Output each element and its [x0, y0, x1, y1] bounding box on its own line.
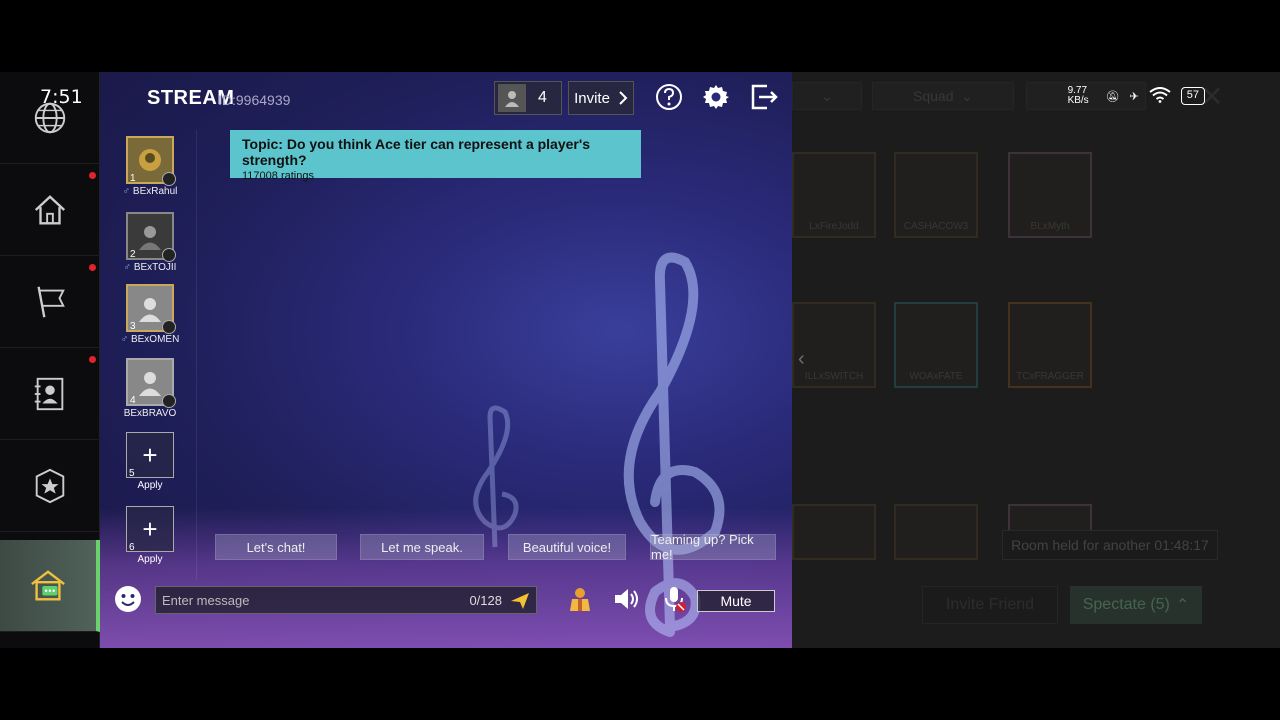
char-count: 0/128 [469, 593, 502, 608]
nav-flag[interactable] [0, 256, 100, 348]
nav-globe[interactable] [0, 72, 100, 164]
notification-dot [89, 356, 96, 363]
topic-banner[interactable]: Topic: Do you think Ace tier can represe… [230, 130, 641, 182]
nav-rank[interactable] [0, 440, 100, 532]
person-icon [498, 84, 526, 112]
chat-room-icon [31, 569, 65, 600]
notification-dot [89, 264, 96, 271]
mic-status-icon [162, 172, 176, 186]
seat-username: BExBRAVO [123, 408, 177, 419]
phrase-let-me-speak[interactable]: Let me speak. [360, 534, 484, 560]
background-lobby: ⌄ Squad ⌄ LxFireJodd CASHACOW3 BLxMyth I… [792, 72, 1280, 648]
contacts-icon [34, 377, 64, 410]
globe-icon [34, 102, 66, 133]
plus-icon: + [142, 439, 158, 470]
room-header: STREAM ID:9964939 4 Invite [100, 72, 792, 124]
notification-dot [89, 172, 96, 179]
apply-seat-button[interactable]: + 6 [126, 506, 174, 553]
treble-clef-decoration [623, 252, 725, 637]
microphone-muted-icon[interactable] [660, 585, 688, 613]
seat-3[interactable]: 3 ♂ BExOMEN [120, 284, 180, 345]
seat-number: 3 [130, 321, 136, 332]
seat-number: 6 [129, 542, 135, 553]
seat-username: ♂ BExOMEN [120, 334, 180, 345]
exit-icon[interactable] [749, 82, 779, 112]
seat-5-apply[interactable]: + 5 Apply [120, 432, 180, 491]
apply-seat-button[interactable]: + 5 [126, 432, 174, 479]
topic-ratings: 117008 ratings [242, 170, 314, 182]
invite-button[interactable]: Invite [568, 81, 634, 115]
avatar: 3 [126, 284, 176, 334]
message-input[interactable]: Enter message 0/128 [155, 586, 537, 614]
topic-text: Topic: Do you think Ace tier can represe… [242, 136, 590, 168]
room-id: ID:9964939 [218, 92, 291, 108]
seat-number: 5 [129, 468, 135, 479]
apply-label: Apply [137, 554, 163, 565]
speaker-icon[interactable] [612, 585, 640, 613]
left-navigation [0, 72, 100, 648]
voice-room-panel: STREAM ID:9964939 4 Invite Topic: Do you… [100, 72, 792, 648]
star-badge-icon [35, 468, 65, 503]
phrase-beautiful-voice[interactable]: Beautiful voice! [508, 534, 626, 560]
avatar: 2 [126, 212, 176, 262]
help-icon[interactable] [654, 82, 684, 112]
apply-label: Apply [137, 480, 163, 491]
dim-overlay [792, 72, 1280, 648]
mic-status-icon [162, 248, 176, 262]
chevron-right-icon [619, 91, 628, 105]
small-clef-decoration [473, 405, 519, 548]
message-placeholder: Enter message [162, 593, 250, 608]
plus-icon: + [142, 513, 158, 544]
home-icon [34, 194, 66, 224]
flag-icon [37, 286, 65, 317]
member-count-button[interactable]: 4 [494, 81, 562, 115]
gear-icon[interactable] [701, 82, 731, 112]
member-count: 4 [538, 89, 547, 106]
avatar: 4 [126, 358, 176, 408]
invite-label: Invite [574, 89, 610, 107]
mute-button[interactable]: Mute [697, 590, 775, 612]
mic-status-icon [162, 320, 176, 334]
seat-6-apply[interactable]: + 6 Apply [120, 506, 180, 565]
gift-icon[interactable] [566, 585, 594, 613]
phrase-teaming-up[interactable]: Teaming up? Pick me! [650, 532, 776, 562]
avatar: 1 [126, 136, 176, 186]
seat-number: 1 [130, 173, 136, 184]
seat-username: ♂ BExRahul [122, 186, 178, 197]
seat-divider [196, 130, 197, 580]
nav-home[interactable] [0, 164, 100, 256]
phrase-lets-chat[interactable]: Let's chat! [215, 534, 337, 560]
seat-4[interactable]: 4 BExBRAVO [120, 358, 180, 419]
seat-number: 4 [130, 395, 136, 406]
game-screen: STREAM ID:9964939 4 Invite Topic: Do you… [0, 72, 1280, 648]
seat-number: 2 [130, 249, 136, 260]
nav-chat-room[interactable] [0, 540, 100, 632]
mic-status-icon [162, 394, 176, 408]
seat-username: ♂ BExTOJII [123, 262, 177, 273]
seat-1[interactable]: 1 ♂ BExRahul [120, 136, 180, 197]
nav-contacts[interactable] [0, 348, 100, 440]
seat-2[interactable]: 2 ♂ BExTOJII [120, 212, 180, 273]
emoji-icon[interactable] [114, 585, 142, 613]
send-icon[interactable] [510, 591, 530, 611]
